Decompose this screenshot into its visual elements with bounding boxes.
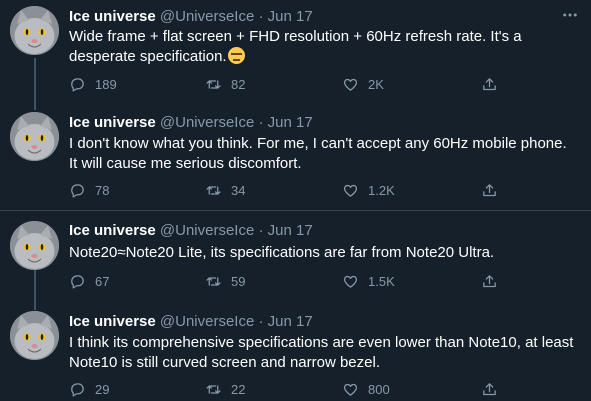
tweet[interactable]: Ice universe @UniverseIce · Jun 17 Note2… [0,211,591,305]
like-count: 2K [368,77,384,92]
cat-avatar-icon [10,112,59,161]
share-button[interactable] [481,76,498,93]
share-button[interactable] [481,381,498,398]
share-icon [483,78,496,91]
retweet-icon [206,186,221,195]
reply-icon [71,184,84,198]
expressionless-face-emoji-icon [227,47,245,64]
tweet-header: Ice universe @UniverseIce · Jun 17 [69,313,313,330]
like-button[interactable]: 1.2K [342,182,395,199]
timestamp[interactable]: Jun 17 [268,114,313,131]
cat-avatar-icon [10,6,59,55]
share-button[interactable] [481,273,498,290]
timestamp[interactable]: Jun 17 [268,313,313,330]
tweet-header: Ice universe @UniverseIce · Jun 17 [69,8,313,25]
reply-count: 189 [95,77,117,92]
like-count: 1.5K [368,274,395,289]
display-name[interactable]: Ice universe [69,114,156,131]
reply-button[interactable]: 67 [69,273,109,290]
share-icon [483,383,496,396]
tweet[interactable]: Ice universe @UniverseIce · Jun 17 I don… [0,105,591,210]
tweet-actions: 67 59 1.5K [69,273,499,293]
username-handle[interactable]: @UniverseIce [160,8,254,25]
reply-count: 78 [95,183,110,198]
heart-icon [343,184,358,197]
share-icon [483,275,496,288]
username-handle[interactable]: @UniverseIce [160,222,254,239]
retweet-count: 34 [231,183,246,198]
reply-button[interactable]: 189 [69,76,117,93]
retweet-icon [206,80,221,89]
timestamp[interactable]: Jun 17 [268,222,313,239]
tweet-header: Ice universe @UniverseIce · Jun 17 [69,222,313,239]
separator-dot: · [258,222,264,239]
retweet-button[interactable]: 82 [205,76,245,93]
tweet-text: Note20≈Note20 Lite, its specifications a… [69,244,495,261]
tweet[interactable]: Ice universe @UniverseIce · Jun 17 Wide … [0,0,591,105]
share-icon [483,184,496,197]
like-button[interactable]: 1.5K [342,273,395,290]
retweet-count: 82 [231,77,246,92]
like-count: 800 [368,382,390,397]
avatar[interactable] [10,6,59,55]
tweet-text: Wide frame + flat screen + FHD resolutio… [69,27,574,67]
separator-dot: · [258,114,264,131]
reply-button[interactable]: 78 [69,182,109,199]
display-name[interactable]: Ice universe [69,313,156,330]
reply-icon [71,275,84,289]
reply-count: 29 [95,382,110,397]
tweet-actions: 78 34 1.2K [69,182,499,202]
reply-icon [71,383,84,397]
like-button[interactable]: 800 [342,381,390,398]
avatar[interactable] [10,112,59,161]
tweet-text: I don't know what you think. For me, I c… [69,135,567,172]
cat-avatar-icon [10,311,59,360]
tweet-header: Ice universe @UniverseIce · Jun 17 [69,114,313,131]
heart-icon [343,383,358,396]
separator-dot: · [258,313,264,330]
retweet-icon [206,277,221,286]
username-handle[interactable]: @UniverseIce [160,313,254,330]
tweet-text: I think its comprehensive specifications… [69,334,574,371]
reply-button[interactable]: 29 [69,381,109,398]
display-name[interactable]: Ice universe [69,222,156,239]
reply-count: 67 [95,274,110,289]
tweet-body: Wide frame + flat screen + FHD resolutio… [69,28,522,65]
retweet-button[interactable]: 59 [205,273,245,290]
share-button[interactable] [481,182,498,199]
tweet-actions: 29 22 800 [69,381,499,401]
like-count: 1.2K [368,183,395,198]
username-handle[interactable]: @UniverseIce [160,114,254,131]
retweet-button[interactable]: 22 [205,381,245,398]
separator-dot: · [258,8,264,25]
heart-icon [343,78,358,91]
avatar[interactable] [10,221,59,270]
avatar[interactable] [10,311,59,360]
tweet-actions: 189 82 2K [69,76,499,96]
more-icon[interactable] [561,6,579,27]
display-name[interactable]: Ice universe [69,8,156,25]
reply-icon [71,78,84,92]
retweet-button[interactable]: 34 [205,182,245,199]
retweet-icon [206,385,221,394]
like-button[interactable]: 2K [342,76,384,93]
retweet-count: 22 [231,382,246,397]
heart-icon [343,275,358,288]
cat-avatar-icon [10,221,59,270]
timestamp[interactable]: Jun 17 [268,8,313,25]
retweet-count: 59 [231,274,246,289]
tweet[interactable]: Ice universe @UniverseIce · Jun 17 I thi… [0,305,591,400]
